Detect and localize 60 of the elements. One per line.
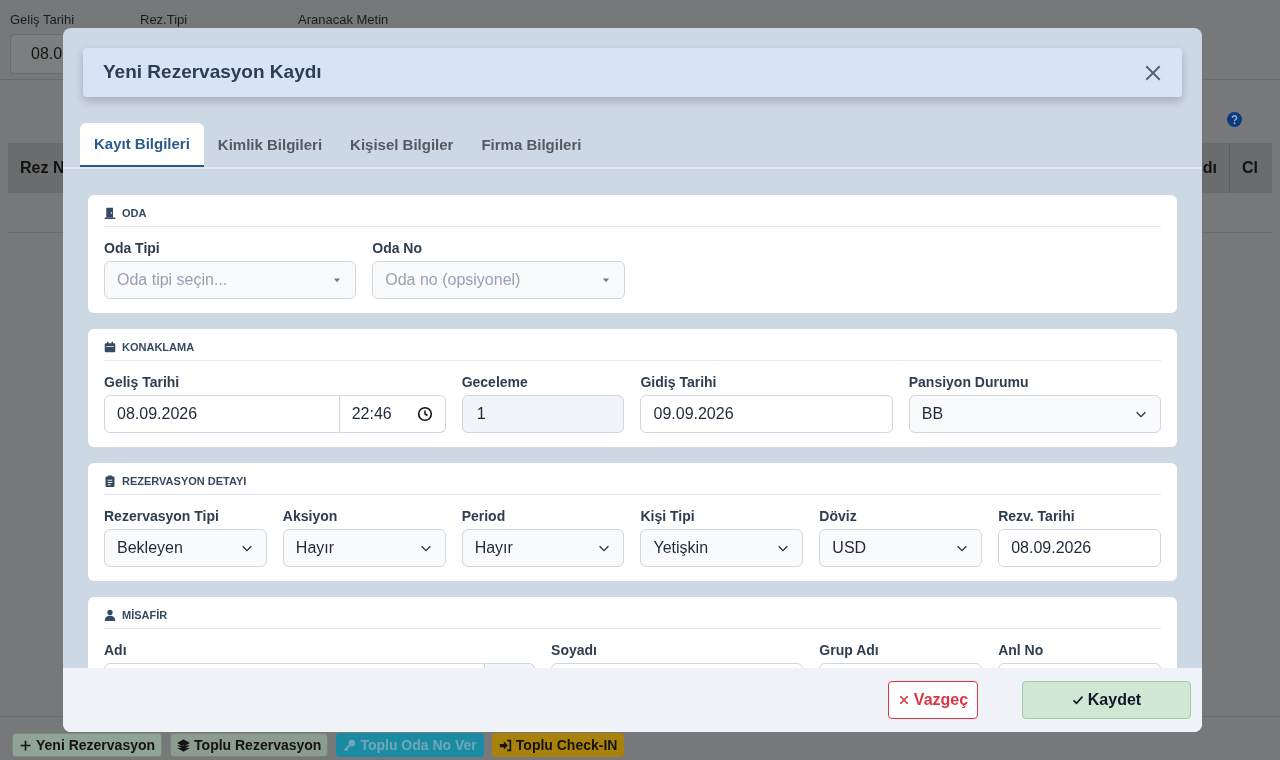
layers-icon bbox=[177, 738, 191, 752]
field-label: Aksiyon bbox=[282, 507, 338, 525]
toolbar-button[interactable]: Toplu Check-IN bbox=[491, 733, 625, 757]
tab[interactable]: Kayıt Bilgileri bbox=[80, 123, 204, 167]
section-heading: KONAKLAMA bbox=[122, 339, 195, 355]
field-label: Adı bbox=[104, 641, 127, 659]
column-header: Rez N bbox=[19, 158, 65, 178]
calendar-icon bbox=[104, 341, 116, 353]
modal-title: Yeni Rezervasyon Kaydı bbox=[103, 60, 322, 85]
toolbar-button[interactable]: Toplu Rezervasyon bbox=[170, 733, 329, 757]
toolbar-button[interactable]: Yeni Rezervasyon bbox=[12, 733, 163, 757]
field-label: Grup Adı bbox=[819, 641, 879, 659]
help-icon[interactable] bbox=[1227, 111, 1242, 127]
plus-icon bbox=[19, 738, 32, 752]
tab[interactable]: Firma Bilgileri bbox=[467, 123, 596, 167]
field-label: Geceleme bbox=[461, 373, 528, 391]
clipboard-icon bbox=[104, 475, 116, 487]
time-field[interactable]: 22:46 bbox=[339, 395, 446, 433]
field-label: Döviz bbox=[819, 507, 857, 525]
section-heading: MİSAFİR bbox=[122, 607, 168, 623]
input-field[interactable]: 08.09.2026 bbox=[998, 529, 1161, 567]
dropdown-field[interactable]: USD bbox=[819, 529, 983, 567]
field-label: Pansiyon Durumu bbox=[908, 373, 1029, 391]
filter-label: Aranacak Metin bbox=[298, 11, 390, 29]
save-button[interactable]: Kaydet bbox=[1022, 681, 1191, 719]
field-label: Soyadı bbox=[551, 641, 597, 659]
field-label: Rezervasyon Tipi bbox=[104, 507, 219, 525]
field-label: Oda Tipi bbox=[104, 239, 160, 257]
date-field[interactable]: 08.09.2026 bbox=[104, 395, 340, 433]
input-field[interactable]: 09.09.2026 bbox=[640, 395, 893, 433]
key-icon bbox=[343, 738, 357, 752]
field-label: Rezv. Tarihi bbox=[998, 507, 1075, 525]
sign-in-icon bbox=[498, 738, 512, 752]
field-label: Period bbox=[461, 507, 506, 525]
tab[interactable]: Kimlik Bilgileri bbox=[203, 123, 337, 167]
date-field[interactable]: 08.0 bbox=[10, 33, 63, 74]
filter-label: Geliş Tarihi bbox=[10, 11, 76, 29]
field-label: Kişi Tipi bbox=[640, 507, 695, 525]
field-label: Geliş Tarihi bbox=[104, 373, 180, 391]
input-field[interactable]: 1 bbox=[461, 395, 625, 433]
filter-label: Rez.Tipi bbox=[140, 11, 189, 29]
close-icon bbox=[897, 694, 910, 706]
tab[interactable]: Kişisel Bilgiler bbox=[336, 123, 468, 167]
dropdown-field[interactable]: Yetişkin bbox=[640, 529, 804, 567]
column-header: Cl bbox=[1241, 158, 1259, 178]
check-icon bbox=[1071, 694, 1084, 706]
section-heading: ODA bbox=[122, 205, 147, 221]
user-icon bbox=[104, 609, 116, 621]
door-icon bbox=[104, 207, 116, 219]
dropdown-field[interactable]: BB bbox=[908, 395, 1161, 433]
cancel-button[interactable]: Vazgeç bbox=[888, 681, 978, 719]
field-label: Oda No bbox=[372, 239, 423, 257]
close-icon[interactable] bbox=[1144, 63, 1162, 82]
section-heading: REZERVASYON DETAYI bbox=[122, 473, 247, 489]
field-label: Anl No bbox=[998, 641, 1044, 659]
dropdown-field[interactable]: Hayır bbox=[282, 529, 446, 567]
field-label: Gidiş Tarihi bbox=[640, 373, 717, 391]
dropdown-field[interactable]: Hayır bbox=[461, 529, 625, 567]
clock-icon bbox=[416, 406, 433, 422]
dropdown-field[interactable]: Bekleyen bbox=[104, 529, 267, 567]
